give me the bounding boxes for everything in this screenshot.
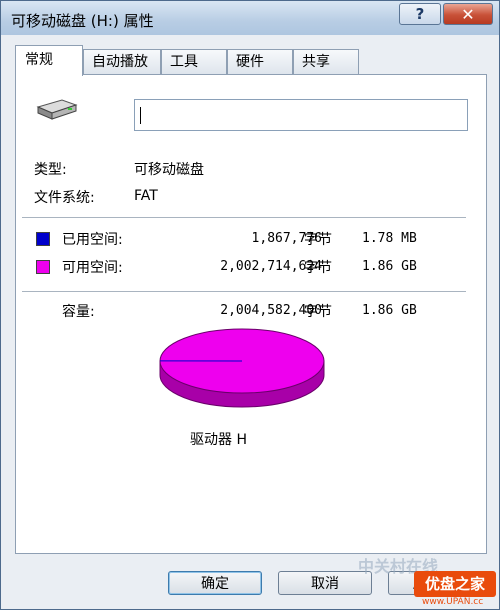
watermark-logo: 优盘之家 — [414, 571, 496, 597]
filesystem-value: FAT — [134, 188, 158, 204]
capacity-unit: 字节 — [304, 304, 332, 320]
help-icon: ? — [415, 5, 425, 23]
capacity-size: 1.86 GB — [362, 303, 417, 318]
used-space-swatch — [36, 232, 50, 246]
free-space-bytes: 2,002,714,624 — [220, 259, 322, 274]
capacity-label: 容量: — [62, 304, 95, 320]
separator — [22, 291, 466, 292]
close-icon: ✕ — [461, 4, 475, 24]
properties-dialog: 可移动磁盘 (H:) 属性 ? ✕ 常规 自动播放 工具 硬件 共享 类型: 可… — [0, 0, 500, 610]
free-space-size: 1.86 GB — [362, 259, 417, 274]
used-space-unit: 字节 — [304, 232, 332, 248]
watermark-url: www.UPAN.cc — [422, 597, 484, 607]
drive-label: 驱动器 H — [190, 432, 247, 448]
tab-strip: 常规 自动播放 工具 硬件 共享 — [15, 45, 485, 76]
filesystem-label: 文件系统: — [34, 190, 95, 206]
tab-sharing[interactable]: 共享 — [293, 49, 359, 75]
free-space-unit: 字节 — [304, 260, 332, 276]
type-value: 可移动磁盘 — [134, 162, 204, 178]
tab-hardware[interactable]: 硬件 — [227, 49, 293, 75]
ok-button[interactable]: 确定 — [168, 571, 262, 595]
drive-name-input[interactable] — [134, 99, 468, 131]
site-watermark: 中关村在线 优盘之家 www.UPAN.cc — [306, 553, 496, 607]
text-caret — [140, 107, 141, 124]
help-button[interactable]: ? — [399, 3, 441, 25]
free-space-label: 可用空间: — [62, 260, 123, 276]
used-space-size: 1.78 MB — [362, 231, 417, 246]
general-tab-panel: 类型: 可移动磁盘 文件系统: FAT 已用空间: 1,867,776 字节 1… — [15, 74, 487, 554]
removable-drive-icon — [36, 99, 78, 120]
tab-tools[interactable]: 工具 — [161, 49, 227, 75]
separator — [22, 217, 466, 218]
close-button[interactable]: ✕ — [443, 3, 493, 25]
window-title: 可移动磁盘 (H:) 属性 — [11, 12, 154, 30]
tab-autoplay[interactable]: 自动播放 — [83, 49, 161, 75]
used-space-label: 已用空间: — [62, 232, 123, 248]
type-label: 类型: — [34, 162, 67, 178]
capacity-bytes: 2,004,582,400 — [220, 303, 322, 318]
free-space-swatch — [36, 260, 50, 274]
tab-general[interactable]: 常规 — [15, 45, 83, 76]
title-bar: 可移动磁盘 (H:) 属性 ? ✕ — [1, 1, 499, 35]
used-space-bytes: 1,867,776 — [251, 231, 322, 246]
disk-usage-pie-chart — [159, 328, 325, 408]
